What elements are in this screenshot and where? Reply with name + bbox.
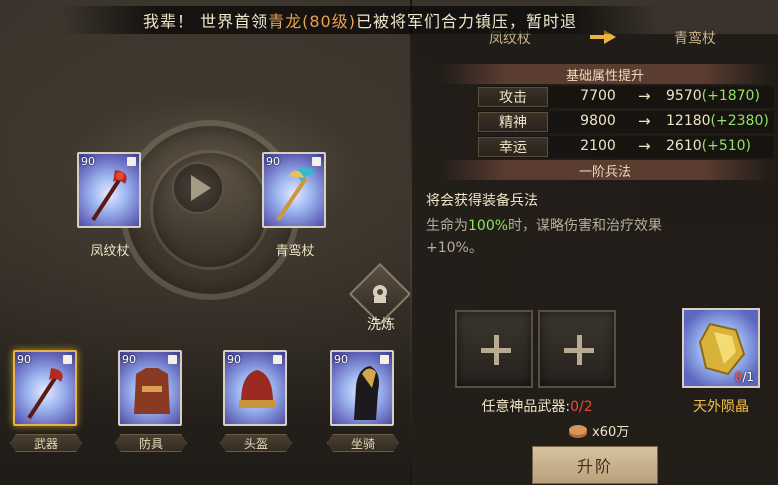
stat-current: 9800	[580, 113, 616, 129]
to-weapon-title: 青鸾杖	[674, 31, 716, 47]
equipment-slot-helmet[interactable]: 90	[223, 350, 287, 426]
crystal-name: 天外陨晶	[693, 399, 749, 415]
crystal-count: 0/1	[734, 370, 754, 384]
armor-icon	[134, 368, 170, 414]
stat-current: 2100	[580, 138, 616, 154]
art-title: 将会获得装备兵法	[426, 193, 538, 209]
stat-arrow: →	[638, 137, 651, 155]
horse-icon	[354, 366, 379, 420]
stats-section-title: 基础属性提升	[440, 64, 770, 84]
upgrade-button[interactable]: 升阶	[532, 446, 658, 484]
from-weapon-card[interactable]: 90	[77, 152, 141, 228]
to-weapon-name: 青鸾杖	[275, 244, 315, 259]
equipment-label-mount: 坐骑	[327, 434, 399, 452]
copper-coin-icon	[569, 424, 587, 438]
luan-staff-icon	[276, 166, 316, 222]
material-slot-2[interactable]	[538, 310, 616, 388]
stat-label: 幸运	[478, 137, 548, 157]
stat-arrow: →	[638, 87, 651, 105]
upgrade-cost: x60万	[568, 421, 629, 440]
helmet-icon	[239, 370, 275, 408]
upgrade-arrow-icon	[172, 162, 224, 214]
wash-icon	[373, 285, 387, 303]
game-screen: 90 凤纹杖 90 青鸾杖 洗炼 90 武器 90 防具 90 头盔 90 坐骑…	[0, 0, 778, 485]
equipment-label-weapon: 武器	[10, 434, 82, 452]
cost-amount: x60万	[592, 425, 630, 440]
to-weapon-card[interactable]: 90	[262, 152, 326, 228]
equipment-label-helmet: 头盔	[220, 434, 292, 452]
wash-label: 洗炼	[367, 317, 395, 333]
material-slot-label: 任意神品武器:0/2	[481, 399, 593, 415]
stat-current: 7700	[580, 88, 616, 104]
stat-label: 攻击	[478, 87, 548, 107]
stat-row-luck: 幸运 2100 → 2610(+510)	[478, 136, 774, 158]
stat-row-attack: 攻击 7700 → 9570(+1870)	[478, 86, 774, 108]
art-section-title: 一阶兵法	[440, 160, 770, 180]
stat-new: 12180(+2380)	[666, 113, 769, 129]
stat-new: 9570(+1870)	[666, 88, 760, 104]
equipment-slot-mount[interactable]: 90	[330, 350, 394, 426]
from-weapon-name: 凤纹杖	[90, 244, 130, 259]
weapon-icon	[27, 368, 63, 420]
art-description: 生命为100%时，谋略伤害和治疗效果 +10%。	[426, 218, 663, 256]
stat-arrow: →	[638, 112, 651, 130]
phoenix-staff-icon	[91, 170, 127, 222]
stat-label: 精神	[478, 112, 548, 132]
stat-new: 2610(+510)	[666, 138, 752, 154]
equipment-slot-armor[interactable]: 90	[118, 350, 182, 426]
crystal-material-card[interactable]: 0/1	[682, 308, 760, 388]
equipment-slot-weapon[interactable]: 90	[13, 350, 77, 426]
material-slot-1[interactable]	[455, 310, 533, 388]
panel-divider	[410, 0, 412, 485]
world-boss-announcement: 我辈！ 世界首领 青龙(80级) 已被将军们合力镇压，暂时退	[60, 6, 660, 34]
equipment-label-armor: 防具	[115, 434, 187, 452]
stat-row-spirit: 精神 9800 → 12180(+2380)	[478, 111, 774, 133]
